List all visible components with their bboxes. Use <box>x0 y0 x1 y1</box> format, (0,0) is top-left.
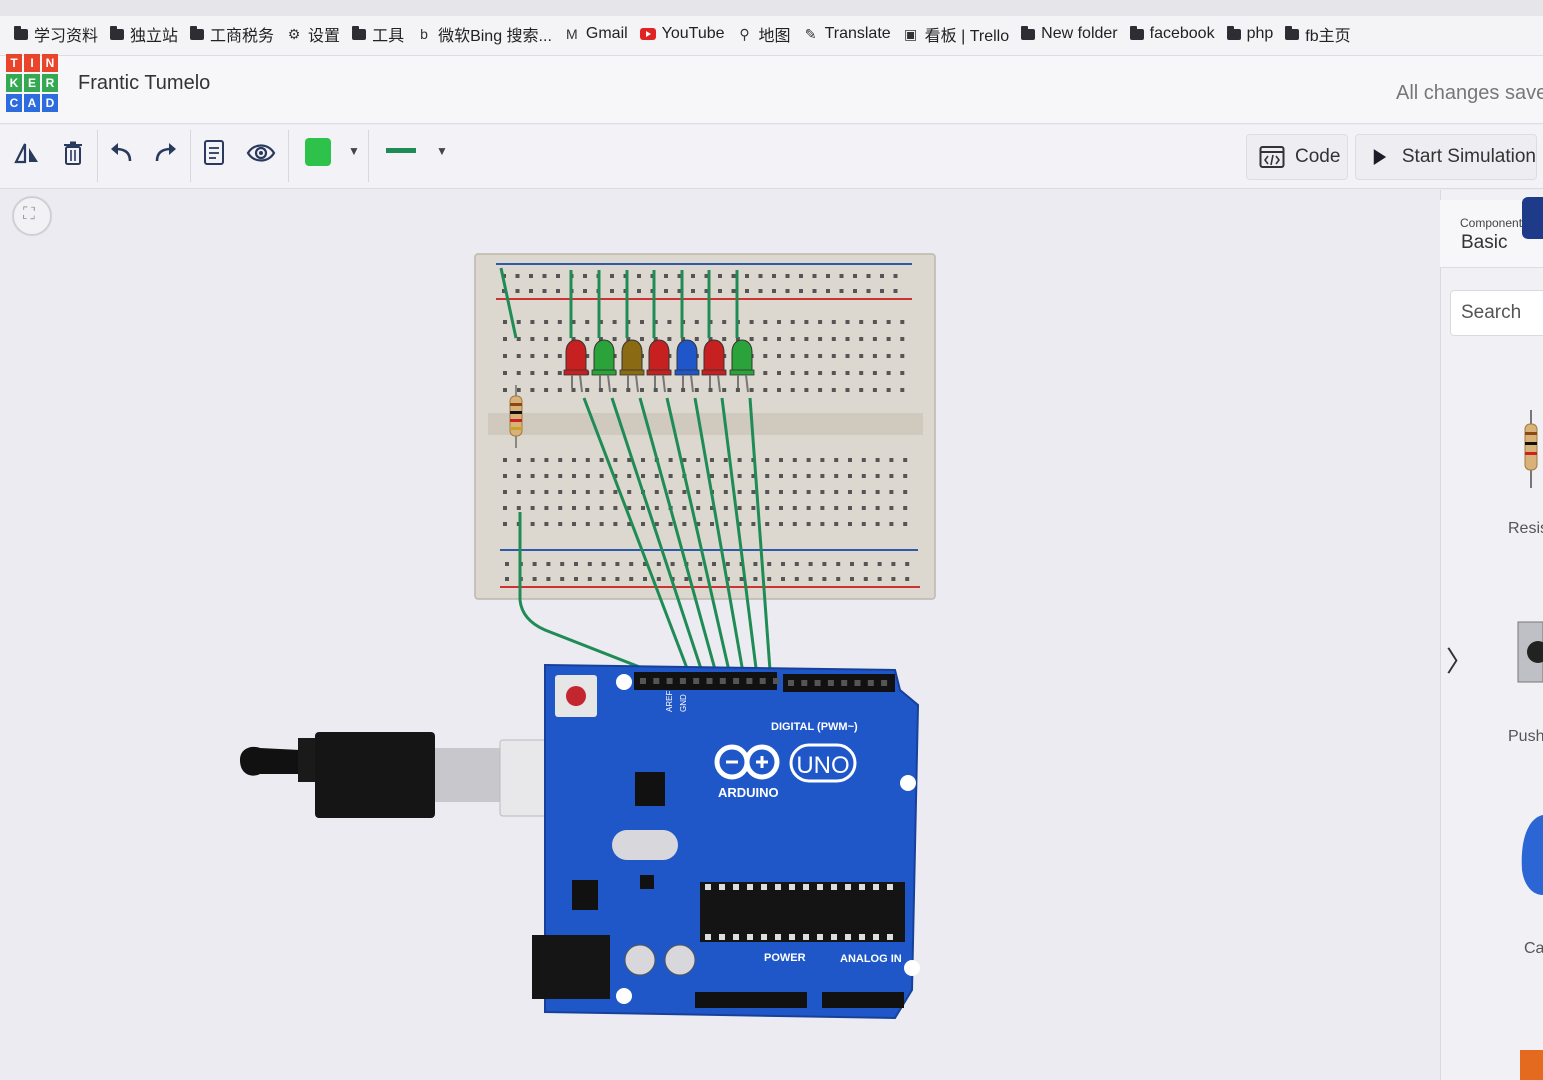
aref-label: AREF <box>665 691 674 712</box>
board-brand-text: ARDUINO <box>718 785 779 800</box>
digital-pins-label: DIGITAL (PWM~) <box>771 721 858 733</box>
board-model-text: UNO <box>796 752 849 779</box>
gnd-label: GND <box>679 694 688 712</box>
chevron-right-icon[interactable]: 〉 <box>1446 640 1474 680</box>
breadboard-channel <box>488 413 923 435</box>
analog-in-label: ANALOG IN <box>840 953 902 965</box>
resistor-label: Resistor <box>1508 520 1543 537</box>
panel-toggle-icon[interactable] <box>1522 197 1543 239</box>
resistor-preview-icon[interactable] <box>1524 410 1538 488</box>
power-label: POWER <box>764 952 806 964</box>
pushbutton-label: Pushbutton <box>1508 728 1543 745</box>
components-label: Components <box>1460 216 1529 230</box>
capacitor-label: Capacitor <box>1524 940 1543 957</box>
component-preview-icon[interactable] <box>1520 1050 1543 1080</box>
reset-icon <box>566 686 586 706</box>
capacitor-preview-icon[interactable] <box>1521 815 1543 895</box>
pushbutton-preview-icon[interactable] <box>1517 621 1543 683</box>
tinkercad-window: { "bookmarks": [ {"label": "学习资料", "icon… <box>0 0 1543 1080</box>
circuit-view: ARDUINO UNO DIGITAL (PWM~) POWER ANALOG … <box>240 253 936 1020</box>
component-search-input[interactable]: Search <box>1450 290 1543 336</box>
arduino-uno-board[interactable] <box>532 663 920 1020</box>
components-value: Basic <box>1461 232 1508 253</box>
